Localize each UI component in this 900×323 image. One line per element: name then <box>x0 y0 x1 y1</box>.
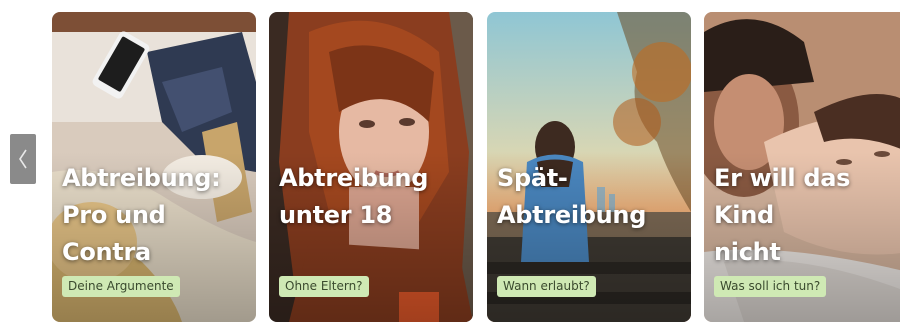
article-card[interactable]: Abtreibung: Pro und Contra Deine Argumen… <box>52 12 256 322</box>
carousel-track: Abtreibung: Pro und Contra Deine Argumen… <box>52 12 900 322</box>
card-tag: Wann erlaubt? <box>497 276 596 297</box>
article-card[interactable]: Abtreibung unter 18 Ohne Eltern? <box>269 12 473 322</box>
article-card[interactable]: Er will das Kind nicht Was soll ich tun? <box>704 12 900 322</box>
card-title: Er will das Kind nicht <box>714 164 851 266</box>
card-tag: Deine Argumente <box>62 276 180 297</box>
article-card[interactable]: Spät- Abtreibung Wann erlaubt? <box>487 12 691 322</box>
chevron-left-icon <box>19 149 27 169</box>
card-title: Abtreibung unter 18 <box>279 164 429 229</box>
card-title: Spät- Abtreibung <box>497 164 647 229</box>
card-tag: Ohne Eltern? <box>279 276 369 297</box>
carousel-prev-button[interactable] <box>10 134 36 184</box>
article-carousel: Abtreibung: Pro und Contra Deine Argumen… <box>0 0 900 323</box>
card-tag: Was soll ich tun? <box>714 276 827 297</box>
card-title: Abtreibung: Pro und Contra <box>62 164 221 266</box>
